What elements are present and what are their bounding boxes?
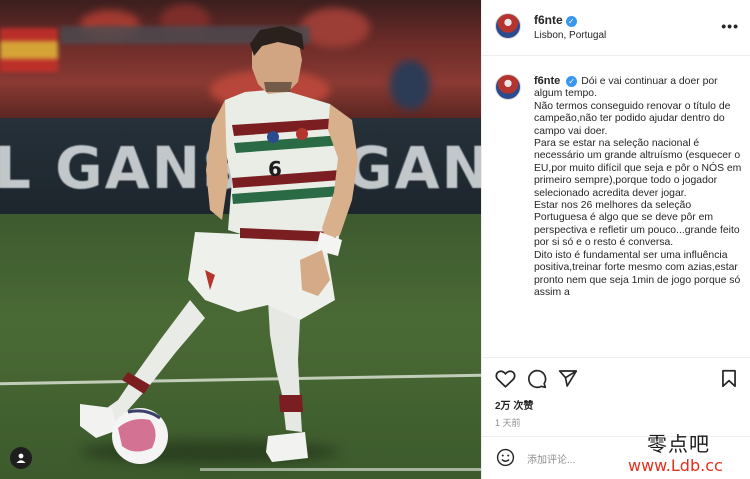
verified-badge-icon: ✓ (566, 76, 578, 87)
caption-line: Dói e vai continuar a doer por algum tem… (534, 76, 718, 100)
action-bar (482, 366, 750, 392)
likes-count[interactable]: 2万 次赞 (495, 397, 533, 412)
bookmark-icon[interactable] (721, 369, 737, 388)
flag-banner (0, 28, 58, 72)
caption-line: Estar nos 26 melhores da seleção Portugu… (534, 200, 740, 249)
avatar[interactable] (495, 74, 521, 100)
caption-username[interactable]: f6nte (534, 75, 560, 87)
header-username[interactable]: f6nte ✓ (534, 13, 577, 27)
verified-badge-icon: ✓ (565, 16, 577, 27)
caption-line: Para se estar na seleção nacional é nece… (534, 138, 742, 199)
shirt-number: 6 (268, 157, 282, 181)
football-player: 6 (80, 26, 358, 464)
post-photo[interactable]: L GANS GANS 6 (0, 0, 481, 479)
more-options-button[interactable]: ••• (721, 18, 739, 34)
heart-icon[interactable] (495, 369, 516, 388)
caption-line: Dito isto é fundamental ser uma influênc… (534, 249, 741, 298)
post-time[interactable]: 1 天前 (495, 416, 521, 429)
location-link[interactable]: Lisbon, Portugal (534, 30, 606, 41)
user-tag-button[interactable] (10, 447, 32, 469)
comment-icon[interactable] (527, 369, 547, 389)
post-header: f6nte ✓ Lisbon, Portugal ••• (482, 0, 750, 56)
user-tag-icon (16, 453, 26, 463)
caption-area: f6nte ✓ Dói e vai continuar a doer por alg… (482, 57, 750, 358)
emoji-icon[interactable] (496, 448, 515, 467)
caption: f6nte ✓ Dói e vai continuar a doer por alg… (534, 75, 742, 299)
watermark-url: www.Ldb.cc (628, 456, 723, 475)
comment-input[interactable]: 添加评论... (527, 451, 575, 466)
watermark-text: 零点吧 (647, 432, 710, 456)
post-panel: f6nte ✓ Lisbon, Portugal ••• f6nte ✓ Dói e … (481, 0, 750, 479)
caption-line: Não termos conseguido renovar o título d… (534, 100, 731, 137)
send-icon[interactable] (558, 369, 578, 388)
username-text[interactable]: f6nte (534, 13, 563, 27)
avatar[interactable] (495, 13, 521, 39)
